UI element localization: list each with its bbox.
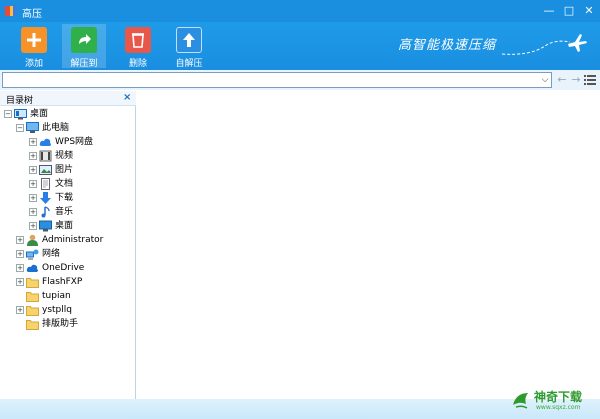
extract-to-label: 解压到 bbox=[70, 59, 98, 69]
expand-icon[interactable]: + bbox=[29, 152, 37, 160]
tree-item-downloads[interactable]: + 下载 bbox=[29, 192, 132, 205]
tree-item-tupian[interactable]: tupian bbox=[16, 290, 132, 303]
airplane-icon bbox=[568, 34, 587, 52]
document-icon bbox=[41, 178, 50, 190]
expand-icon[interactable]: + bbox=[16, 306, 24, 314]
expand-icon[interactable]: + bbox=[29, 138, 37, 146]
tree-item-desktop-sub[interactable]: + 桌面 bbox=[29, 220, 132, 233]
user-icon bbox=[27, 234, 38, 246]
computer-icon bbox=[26, 122, 39, 133]
tree-item-administrator[interactable]: + Administrator bbox=[16, 234, 132, 247]
tree-item-layout-assistant[interactable]: 排版助手 bbox=[16, 318, 132, 331]
folder-icon bbox=[26, 278, 39, 288]
tree-item-flashfxp[interactable]: + FlashFXP bbox=[16, 276, 132, 289]
cloud-icon bbox=[39, 138, 51, 146]
directory-tree-panel: 目录树 × − 桌面 − 此电脑 + WPS网盘 + 视频 + 图片 + 文档 … bbox=[0, 91, 136, 399]
collapse-icon[interactable]: − bbox=[16, 124, 24, 132]
tree-item-music[interactable]: + 音乐 bbox=[29, 206, 132, 219]
toolbar: 添加 解压到 删除 自解压 高智能极速压缩 bbox=[0, 22, 600, 70]
extract-icon bbox=[71, 27, 97, 53]
app-logo-icon bbox=[5, 6, 17, 16]
path-input[interactable] bbox=[2, 72, 552, 88]
delete-button[interactable]: 删除 bbox=[116, 24, 160, 69]
tree-item-label: 图片 bbox=[55, 165, 74, 175]
expand-icon[interactable]: + bbox=[29, 166, 37, 174]
expand-icon[interactable]: + bbox=[16, 236, 24, 244]
tree-item-wps-drive[interactable]: + WPS网盘 bbox=[29, 136, 132, 149]
tree-item-onedrive[interactable]: + OneDrive bbox=[16, 262, 132, 275]
tree-item-label: FlashFXP bbox=[42, 277, 83, 287]
maximize-button[interactable]: □ bbox=[560, 2, 578, 20]
tree-item-label: OneDrive bbox=[42, 263, 85, 273]
expand-icon[interactable]: + bbox=[16, 278, 24, 286]
video-icon bbox=[39, 150, 52, 162]
tree-item-label: 下载 bbox=[55, 193, 74, 203]
network-icon bbox=[26, 249, 39, 260]
tree-header: 目录树 × bbox=[0, 91, 136, 106]
cloud-icon bbox=[26, 264, 38, 272]
back-button[interactable]: ← bbox=[556, 73, 568, 87]
self-extract-button[interactable]: 自解压 bbox=[167, 24, 211, 69]
tree-close-button[interactable]: × bbox=[123, 92, 131, 103]
watermark-url: www.sqxz.com bbox=[536, 404, 581, 411]
tree-item-label: WPS网盘 bbox=[55, 137, 94, 147]
close-button[interactable]: ✕ bbox=[580, 2, 598, 20]
watermark-text: 神奇下载 bbox=[534, 390, 583, 404]
expand-icon[interactable]: + bbox=[16, 250, 24, 258]
file-list-pane[interactable] bbox=[137, 91, 600, 399]
minimize-button[interactable]: — bbox=[540, 2, 558, 20]
tree-item-label: 桌面 bbox=[55, 221, 74, 231]
tree-item-label: 此电脑 bbox=[42, 123, 70, 133]
tree-item-videos[interactable]: + 视频 bbox=[29, 150, 132, 163]
folder-icon bbox=[26, 320, 39, 330]
tree-item-label: Administrator bbox=[42, 235, 104, 245]
forward-button[interactable]: → bbox=[570, 73, 582, 87]
tree-item-pictures[interactable]: + 图片 bbox=[29, 164, 132, 177]
watermark-logo-icon bbox=[513, 393, 528, 409]
tree-item-label: ystpllq bbox=[42, 305, 72, 315]
tree-item-network[interactable]: + 网络 bbox=[16, 248, 132, 261]
expand-icon[interactable]: + bbox=[29, 208, 37, 216]
delete-label: 删除 bbox=[128, 59, 147, 69]
tree-item-label: 排版助手 bbox=[42, 319, 79, 329]
desktop-icon bbox=[39, 220, 52, 232]
expand-icon[interactable]: + bbox=[29, 194, 37, 202]
add-label: 添加 bbox=[24, 59, 43, 69]
picture-icon bbox=[39, 165, 52, 175]
trash-icon bbox=[125, 27, 151, 53]
slogan: 高智能极速压缩 bbox=[398, 38, 497, 53]
list-view-icon[interactable] bbox=[584, 74, 596, 86]
tree-item-documents[interactable]: + 文档 bbox=[29, 178, 132, 191]
self-extract-label: 自解压 bbox=[175, 59, 203, 69]
tree-item-label: 视频 bbox=[55, 151, 74, 161]
tree-item-label: 桌面 bbox=[30, 109, 49, 119]
flight-trail-icon bbox=[501, 40, 571, 55]
expand-icon[interactable]: + bbox=[29, 180, 37, 188]
window-title: 高压 bbox=[22, 9, 42, 20]
add-button[interactable]: 添加 bbox=[12, 24, 56, 69]
tree-item-label: 文档 bbox=[55, 179, 74, 189]
tree-item-desktop[interactable]: − 桌面 bbox=[4, 108, 132, 121]
folder-icon bbox=[26, 306, 39, 316]
expand-icon[interactable]: + bbox=[16, 264, 24, 272]
watermark: 神奇下载 www.sqxz.com bbox=[510, 387, 598, 417]
tree-item-ystpllq[interactable]: + ystpllq bbox=[16, 304, 132, 317]
tree-item-label: 音乐 bbox=[55, 207, 74, 217]
tree-item-this-pc[interactable]: − 此电脑 bbox=[16, 122, 132, 135]
tree-item-label: tupian bbox=[42, 291, 71, 301]
address-bar: ⌵ ← → bbox=[0, 70, 600, 90]
expand-icon[interactable]: + bbox=[29, 222, 37, 230]
desktop-icon bbox=[14, 109, 27, 120]
title-bar: 高压 — □ ✕ bbox=[0, 0, 600, 22]
extract-to-button[interactable]: 解压到 bbox=[62, 24, 106, 69]
download-icon bbox=[40, 192, 51, 204]
path-dropdown-icon[interactable]: ⌵ bbox=[539, 73, 551, 87]
add-icon bbox=[21, 27, 47, 53]
upload-arrow-icon bbox=[176, 27, 202, 53]
tree-item-label: 网络 bbox=[42, 249, 61, 259]
music-icon bbox=[41, 206, 50, 218]
folder-icon bbox=[26, 292, 39, 302]
collapse-icon[interactable]: − bbox=[4, 110, 12, 118]
tree-title: 目录树 bbox=[6, 96, 34, 106]
